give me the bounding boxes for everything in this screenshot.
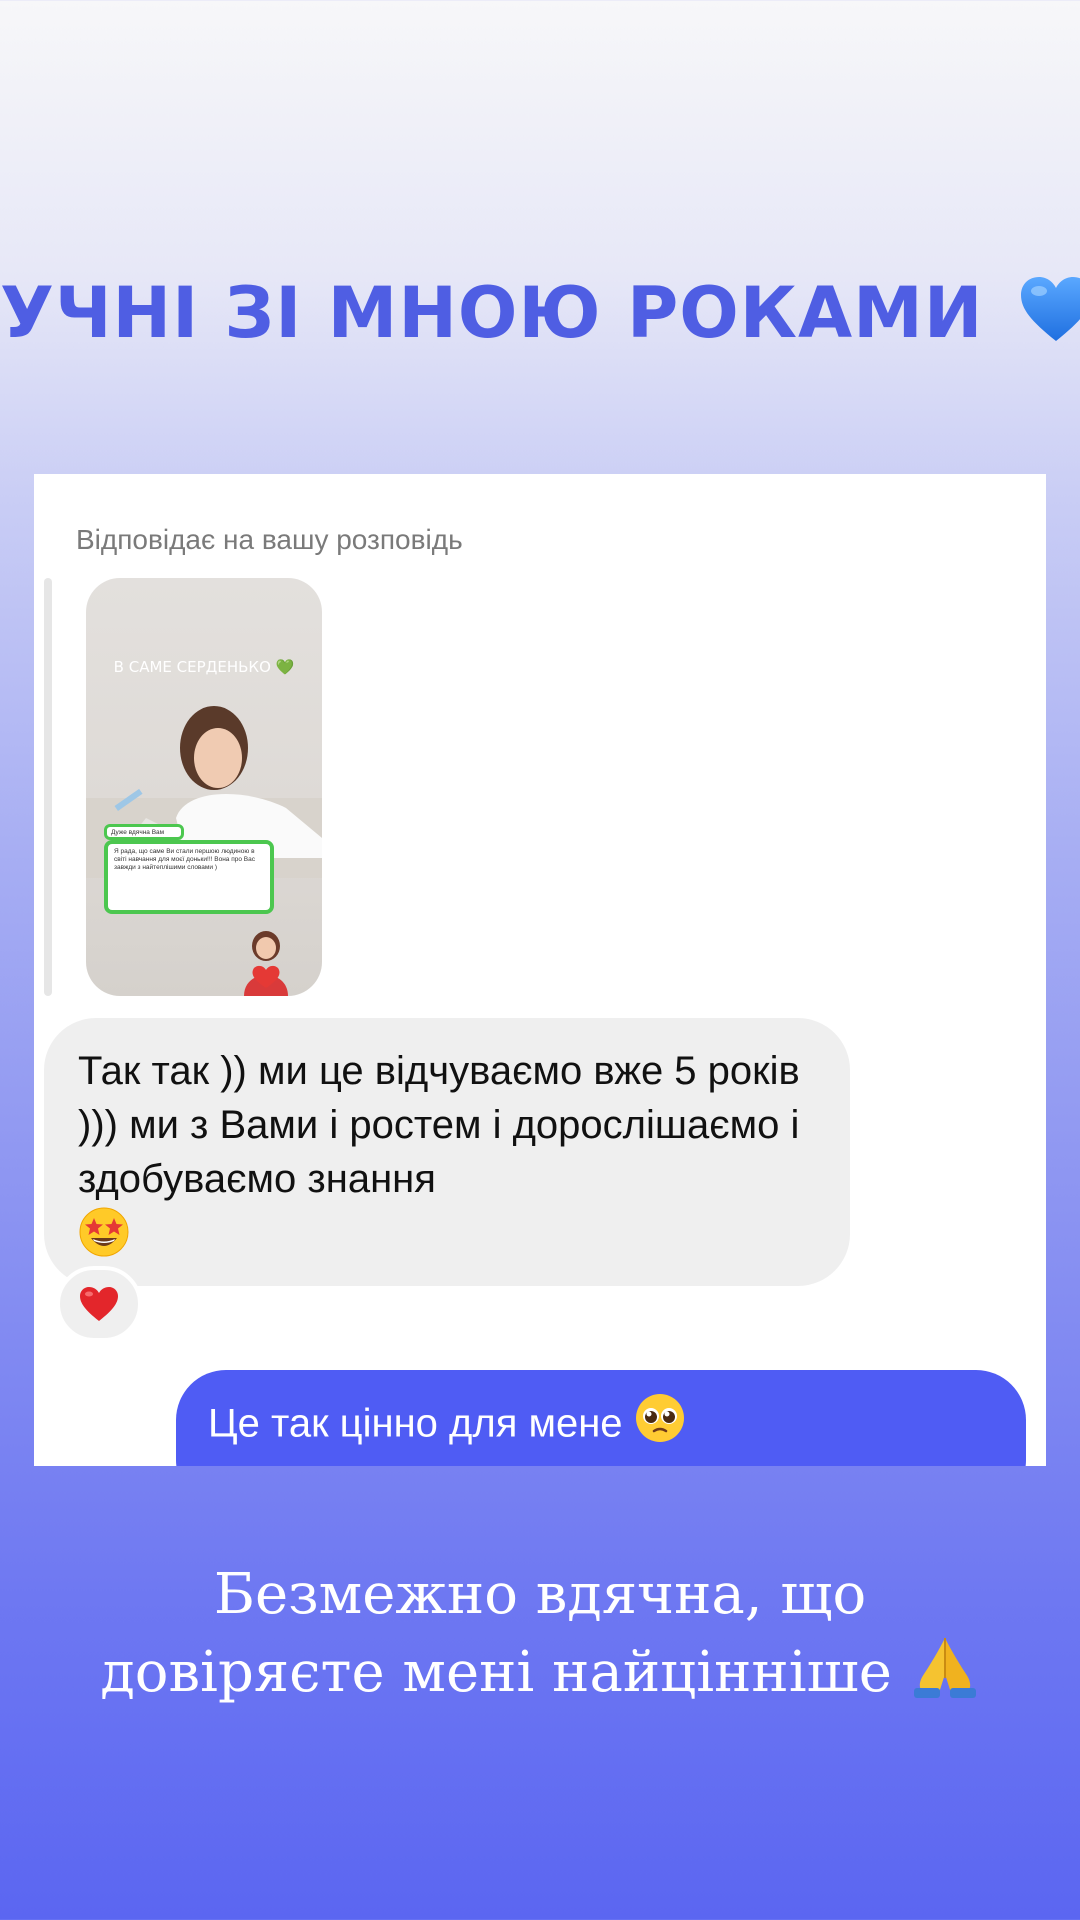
- pleading-face-icon: [634, 1392, 686, 1460]
- incoming-message-body: Так так )) ми це відчуваємо вже 5 років …: [78, 1049, 800, 1201]
- caption-line-2: довіряєте мені найцінніше: [0, 1634, 1080, 1719]
- story-caption: Безмежно вдячна, що довіряєте мені найці…: [0, 1556, 1080, 1719]
- headline-text: УЧНІ ЗІ МНОЮ РОКАМИ: [0, 272, 984, 354]
- message-reaction[interactable]: [56, 1266, 142, 1342]
- outgoing-message-text: Це так цінно для мене: [208, 1392, 994, 1460]
- story-headline: УЧНІ ЗІ МНОЮ РОКАМИ: [0, 272, 1080, 360]
- outgoing-message-bubble[interactable]: Це так цінно для мене: [176, 1370, 1026, 1466]
- reply-indicator-bar: [44, 578, 52, 996]
- thumbnail-chat-header: Дуже вдячна Вам: [104, 824, 184, 840]
- thumbnail-chat-message: Я рада, що саме Ви стали першою людиною …: [104, 840, 274, 914]
- caption-line-1: Безмежно вдячна, що: [213, 1562, 867, 1627]
- incoming-message-bubble[interactable]: Так так )) ми це відчуваємо вже 5 років …: [44, 1018, 850, 1286]
- blue-heart-icon: [1019, 275, 1080, 360]
- star-struck-face-icon: [78, 1206, 130, 1272]
- story-reply-thumbnail[interactable]: В САМЕ СЕРДЕНЬКО 💚 Дуже вдячна Вам Я рад…: [86, 578, 322, 996]
- chat-screenshot-card: Відповідає на вашу розповідь В САМЕ СЕРД…: [34, 474, 1046, 1466]
- reply-caption: Відповідає на вашу розповідь: [76, 524, 463, 555]
- outgoing-message-body: Це так цінно для мене: [208, 1401, 623, 1446]
- folded-hands-icon: [910, 1634, 980, 1719]
- hug-sticker: [244, 931, 288, 996]
- thumbnail-title: В САМЕ СЕРДЕНЬКО 💚: [113, 658, 295, 676]
- caption-line-2-text: довіряєте мені найцінніше: [100, 1640, 892, 1705]
- incoming-message-text: Так так )) ми це відчуваємо вже 5 років …: [78, 1044, 810, 1272]
- red-heart-icon: [80, 1287, 118, 1321]
